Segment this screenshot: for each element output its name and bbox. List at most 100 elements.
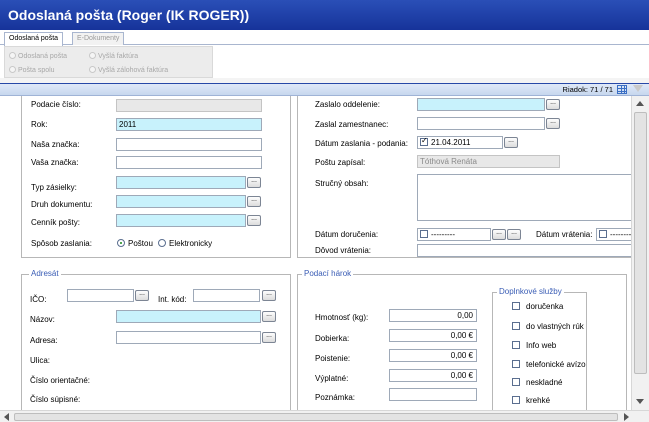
typ-zasielky-lookup-button[interactable]: ... xyxy=(247,177,261,188)
nazov-label: Názov: xyxy=(30,315,55,324)
tab-e-dokumenty[interactable]: E-Dokumenty xyxy=(72,32,125,45)
mail-type-filter: Odoslaná pošta Vyšlá faktúra Pošta spolu… xyxy=(4,46,213,78)
scroll-left-arrow-icon[interactable] xyxy=(4,413,9,421)
cislo-supisne-label: Číslo súpisné: xyxy=(30,395,81,404)
filter-option-vysla-faktura[interactable]: Vyšlá faktúra xyxy=(89,52,138,60)
poistenie-field[interactable]: 0,00 € xyxy=(389,349,477,362)
filter-option-vysla-zalohova[interactable]: Vyšlá zálohová faktúra xyxy=(89,66,168,74)
sluzba-neskladne-checkbox[interactable] xyxy=(512,378,520,386)
row-counter: Riadok: 71 / 71 xyxy=(562,85,613,94)
grid-icon[interactable] xyxy=(617,85,627,94)
record-navigator-bar: Riadok: 71 / 71 xyxy=(0,84,649,96)
poistenie-label: Poistenie: xyxy=(315,354,351,363)
podacie-cislo-label: Podacie číslo: xyxy=(31,100,81,109)
zaslal-zamestnanec-lookup-button[interactable]: ... xyxy=(546,118,560,129)
hmotnost-label: Hmotnosť (kg): xyxy=(315,313,369,322)
dobierka-label: Dobierka: xyxy=(315,334,350,343)
cennik-posty-field[interactable] xyxy=(116,214,246,227)
doplnkove-sluzby-title: Doplnkové služby xyxy=(497,287,564,296)
int-kod-field[interactable] xyxy=(193,289,260,302)
sluzba-do-vlastnych-ruk-checkbox[interactable] xyxy=(512,322,520,330)
sposob-elektronicky-radio[interactable] xyxy=(158,239,166,247)
sluzba-krehke-label: krehké xyxy=(526,396,551,405)
postu-zapisal-field: Tóthová Renáta xyxy=(417,155,560,168)
datum-zaslania-field[interactable]: 21.04.2011 xyxy=(417,136,503,149)
datum-vratenia-label: Dátum vrátenia: xyxy=(536,230,593,239)
vertical-scrollbar[interactable] xyxy=(631,96,649,410)
filter-icon[interactable] xyxy=(633,85,643,92)
datum-dorucenia-calendar-button[interactable]: ... xyxy=(507,229,521,240)
sluzba-telefonicke-avizo-checkbox[interactable] xyxy=(512,360,520,368)
datum-zaslania-checkbox[interactable] xyxy=(420,136,428,146)
ico-field[interactable] xyxy=(67,289,134,302)
filter-option-posta-spolu[interactable]: Pošta spolu xyxy=(9,66,55,74)
adresa-label: Adresa: xyxy=(30,336,58,345)
strucny-obsah-label: Stručný obsah: xyxy=(315,179,369,188)
podaci-harok-title: Podací hárok xyxy=(302,269,354,278)
datum-zaslania-label: Dátum zaslania - podania: xyxy=(315,139,408,148)
radio-icon xyxy=(9,52,16,59)
radio-icon xyxy=(9,66,16,73)
adresat-title: Adresát xyxy=(29,269,61,278)
datum-zaslania-picker-button[interactable]: ... xyxy=(504,137,518,148)
druh-dokumentu-field[interactable] xyxy=(116,195,246,208)
horizontal-scroll-thumb[interactable] xyxy=(14,413,618,421)
druh-dokumentu-label: Druh dokumentu: xyxy=(31,200,93,209)
int-kod-lookup-button[interactable]: ... xyxy=(262,290,276,301)
postu-zapisal-label: Poštu zapísal: xyxy=(315,158,366,167)
scroll-right-arrow-icon[interactable] xyxy=(624,413,629,421)
druh-dokumentu-lookup-button[interactable]: ... xyxy=(247,196,261,207)
rok-label: Rok: xyxy=(31,120,48,129)
nasa-znacka-field[interactable] xyxy=(116,138,262,151)
zaslalo-oddelenie-lookup-button[interactable]: ... xyxy=(546,99,560,110)
ico-lookup-button[interactable]: ... xyxy=(135,290,149,301)
sluzba-telefonicke-avizo-label: telefonické avízo xyxy=(526,360,586,369)
scroll-down-arrow-icon[interactable] xyxy=(636,399,644,404)
typ-zasielky-field[interactable] xyxy=(116,176,246,189)
nasa-znacka-label: Naša značka: xyxy=(31,140,80,149)
datum-dorucenia-picker-button[interactable]: ... xyxy=(492,229,506,240)
vertical-scroll-thumb[interactable] xyxy=(634,112,647,374)
radio-icon xyxy=(89,52,96,59)
cennik-posty-lookup-button[interactable]: ... xyxy=(247,215,261,226)
sposob-postou-radio[interactable] xyxy=(117,239,125,247)
tab-strip: Odoslaná pošta E-Dokumenty xyxy=(0,30,649,46)
sluzba-info-web-checkbox[interactable] xyxy=(512,341,520,349)
scroll-up-arrow-icon[interactable] xyxy=(636,101,644,106)
datum-dorucenia-field[interactable]: --------- xyxy=(417,228,491,241)
datum-dorucenia-label: Dátum doručenia: xyxy=(315,230,379,239)
zaslalo-oddelenie-field[interactable] xyxy=(417,98,545,111)
horizontal-scrollbar[interactable] xyxy=(0,410,649,422)
dovod-vratenia-label: Dôvod vrátenia: xyxy=(315,246,372,255)
zaslal-zamestnanec-label: Zaslal zamestnanec: xyxy=(315,120,389,129)
cislo-orientacne-label: Číslo orientačné: xyxy=(30,376,91,385)
tab-odoslana-posta[interactable]: Odoslaná pošta xyxy=(4,32,64,46)
vyplatne-label: Výplatné: xyxy=(315,374,349,383)
form-content: Podacie číslo: Rok: 2011 Naša značka: Va… xyxy=(0,96,631,410)
vasa-znacka-field[interactable] xyxy=(116,156,262,169)
strucny-obsah-textarea[interactable] xyxy=(417,174,631,221)
sluzba-info-web-label: Info web xyxy=(526,341,557,350)
adresa-field[interactable] xyxy=(116,331,261,344)
datum-vratenia-checkbox[interactable] xyxy=(599,230,607,238)
datum-dorucenia-checkbox[interactable] xyxy=(420,230,428,238)
ulica-label: Ulica: xyxy=(30,356,51,365)
rok-field[interactable]: 2011 xyxy=(116,118,262,131)
filter-option-odoslana[interactable]: Odoslaná pošta xyxy=(9,52,67,60)
sluzba-do-vlastnych-ruk-label: do vlastných rúk xyxy=(526,322,584,331)
int-kod-label: Int. kód: xyxy=(158,295,187,304)
radio-icon xyxy=(89,66,96,73)
zaslal-zamestnanec-field[interactable] xyxy=(417,117,545,130)
vyplatne-field[interactable]: 0,00 € xyxy=(389,369,477,382)
dovod-vratenia-field[interactable] xyxy=(417,244,631,257)
poznamka-field[interactable] xyxy=(389,388,477,401)
hmotnost-field[interactable]: 0,00 xyxy=(389,309,477,322)
sluzba-dorucenka-label: doručenka xyxy=(526,302,564,311)
sluzba-dorucenka-checkbox[interactable] xyxy=(512,302,520,310)
nazov-field[interactable] xyxy=(116,310,261,323)
nazov-lookup-button[interactable]: ... xyxy=(262,311,276,322)
dobierka-field[interactable]: 0,00 € xyxy=(389,329,477,342)
window-title: Odoslaná pošta (Roger (IK ROGER)) xyxy=(0,0,649,30)
adresa-lookup-button[interactable]: ... xyxy=(262,332,276,343)
sluzba-krehke-checkbox[interactable] xyxy=(512,396,520,404)
